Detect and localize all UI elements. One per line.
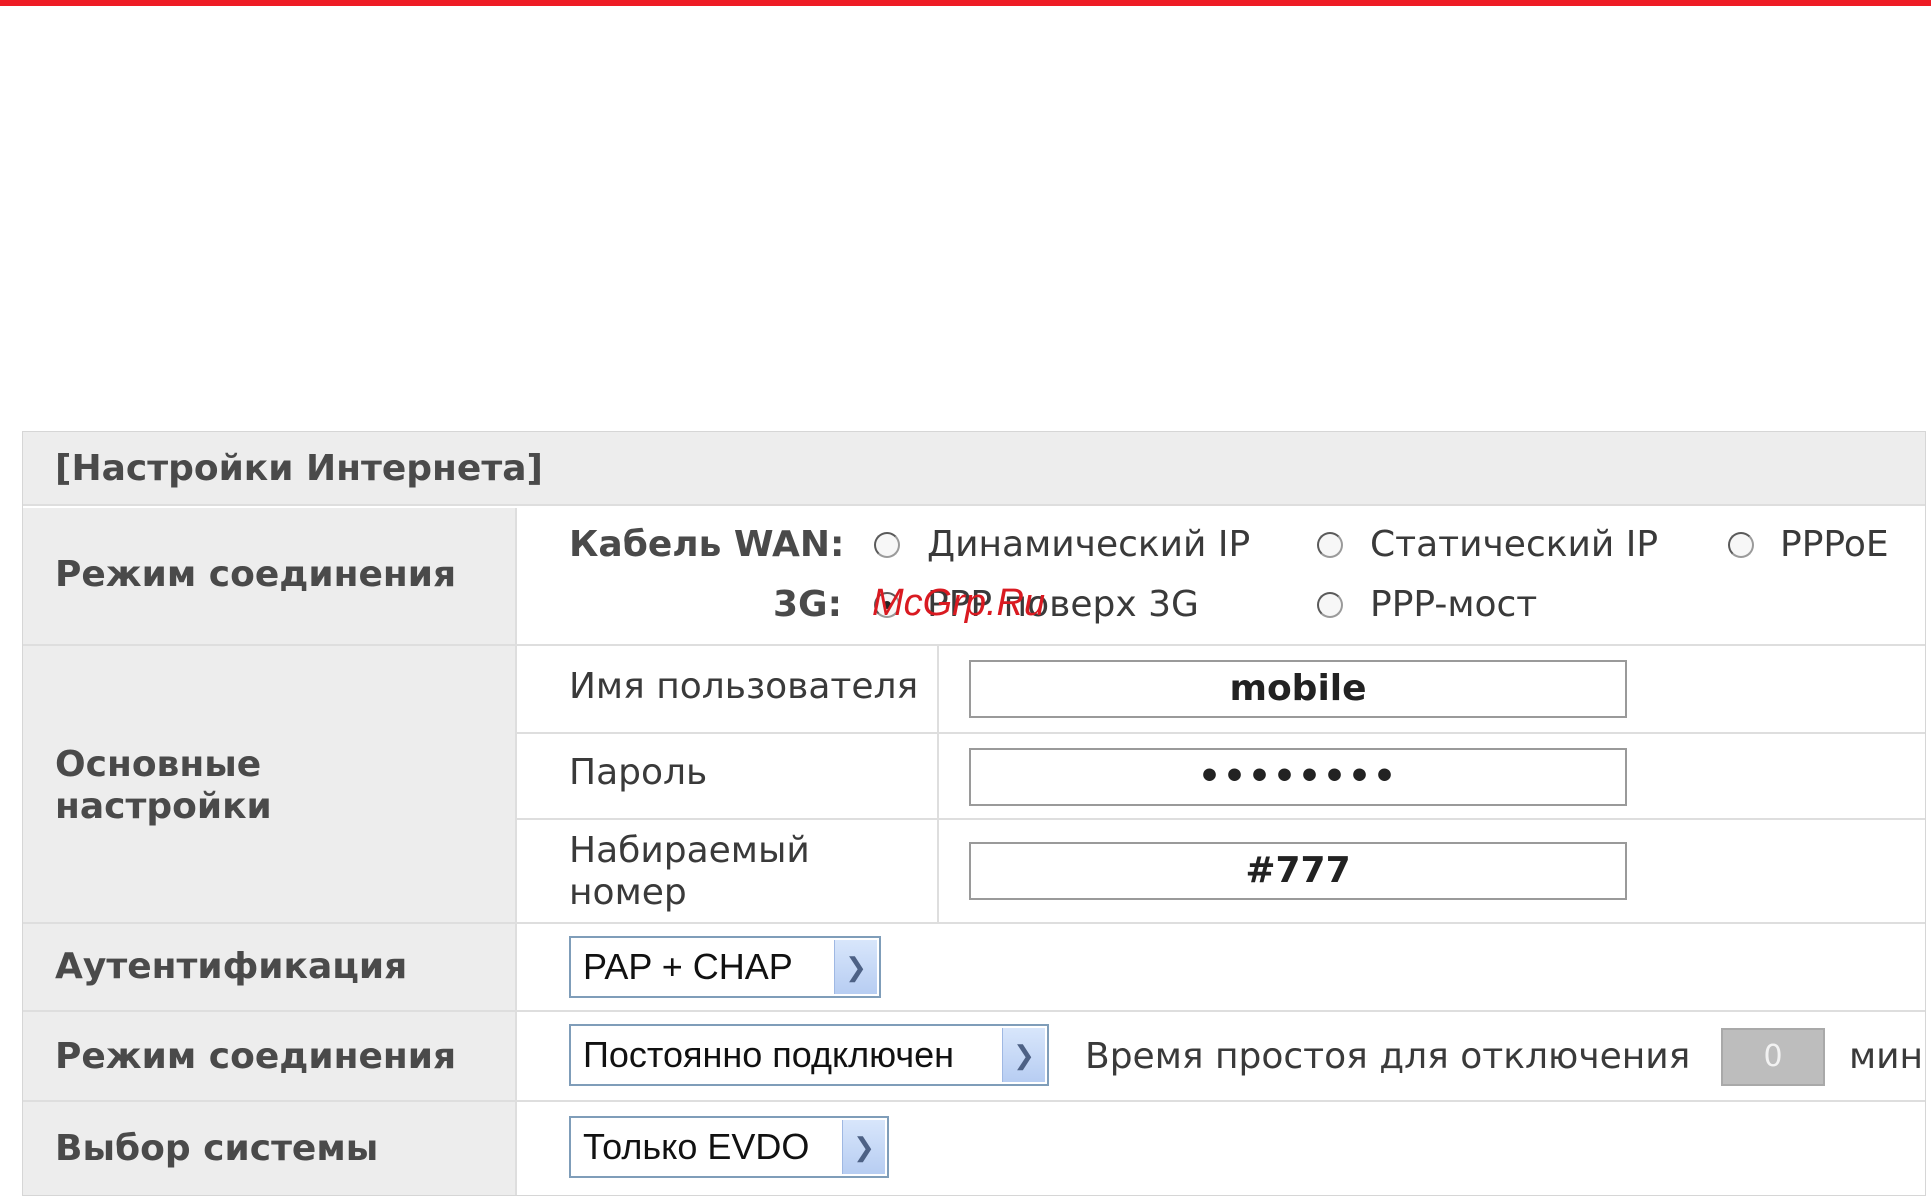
connection-type-field-cell: Постоянно подключен ❯ Время простоя для … — [515, 1012, 1925, 1102]
authentication-label-cell: Аутентификация — [23, 924, 515, 1012]
dial-label-line1: Набираемый — [569, 830, 810, 871]
authentication-select-value: PAP + CHAP — [583, 946, 793, 987]
connection-type-select[interactable]: Постоянно подключен ❯ — [569, 1024, 1049, 1086]
username-label-cell: Имя пользователя — [515, 646, 939, 734]
dial-label-line2: номер — [569, 872, 687, 913]
idle-time-label: Время простоя для отключения — [1085, 1036, 1691, 1077]
connection-type-label-cell: Режим соединения — [23, 1012, 515, 1102]
section-header: [Настройки Интернета] — [23, 432, 1925, 506]
chevron-down-icon[interactable]: ❯ — [834, 940, 877, 994]
username-label: Имя пользователя — [569, 666, 919, 707]
chevron-down-icon[interactable]: ❯ — [842, 1120, 885, 1174]
connection-mode-label-cell: Режим соединения — [23, 508, 515, 646]
connection-type-select-value: Постоянно подключен — [583, 1034, 955, 1075]
username-input[interactable]: mobile — [969, 660, 1627, 718]
username-field-cell: mobile — [939, 646, 1925, 734]
connection-mode-label: Режим соединения — [55, 554, 457, 595]
section-title: [Настройки Интернета] — [55, 448, 543, 489]
option-ppp-bridge-label: PPP-мост — [1370, 584, 1538, 625]
password-input[interactable]: •••••••• — [969, 748, 1627, 806]
system-select-value: Только EVDO — [583, 1126, 810, 1167]
internet-settings-panel: [Настройки Интернета] Режим соединения К… — [22, 431, 1926, 1196]
option-static-ip-label: Статический IP — [1370, 524, 1659, 565]
option-dynamic-ip-label: Динамический IP — [927, 524, 1251, 565]
radio-ppp-bridge[interactable] — [1317, 592, 1343, 618]
column-divider — [515, 508, 517, 1195]
system-select[interactable]: Только EVDO ❯ — [569, 1116, 889, 1178]
radio-dynamic-ip[interactable] — [874, 532, 900, 558]
idle-time-input[interactable]: 0 — [1721, 1028, 1825, 1086]
connection-mode-options: Кабель WAN: Динамический IP Статический … — [515, 508, 1925, 646]
connection-type-label: Режим соединения — [55, 1036, 457, 1077]
dial-number-input[interactable]: #777 — [969, 842, 1627, 900]
basic-settings-label-line2: настройки — [55, 786, 272, 827]
authentication-label: Аутентификация — [55, 946, 408, 987]
basic-settings-fields: Имя пользователя mobile Пароль •••••••• … — [515, 646, 1925, 924]
password-label-cell: Пароль — [515, 734, 939, 820]
system-select-label: Выбор системы — [55, 1128, 379, 1169]
system-select-field-cell: Только EVDO ❯ — [515, 1102, 1925, 1195]
g3-label: 3G: — [773, 584, 842, 625]
chevron-down-icon[interactable]: ❯ — [1002, 1028, 1045, 1082]
password-label: Пароль — [569, 752, 708, 793]
top-accent-bar — [0, 0, 1931, 6]
dial-label-cell: Набираемый номер — [515, 820, 939, 924]
basic-settings-label-line1: Основные — [55, 744, 262, 785]
authentication-select[interactable]: PAP + CHAP ❯ — [569, 936, 881, 998]
option-pppoe-label: PPPoE — [1780, 524, 1889, 565]
authentication-field-cell: PAP + CHAP ❯ — [515, 924, 1925, 1012]
idle-time-unit: мин — [1849, 1036, 1924, 1077]
radio-pppoe[interactable] — [1728, 532, 1754, 558]
basic-settings-label-cell: Основные настройки — [23, 646, 515, 924]
password-field-cell: •••••••• — [939, 734, 1925, 820]
watermark-text: McGrp.Ru — [872, 582, 1046, 624]
dial-field-cell: #777 — [939, 820, 1925, 924]
cable-wan-label: Кабель WAN: — [569, 524, 845, 565]
radio-static-ip[interactable] — [1317, 532, 1343, 558]
system-select-label-cell: Выбор системы — [23, 1102, 515, 1195]
